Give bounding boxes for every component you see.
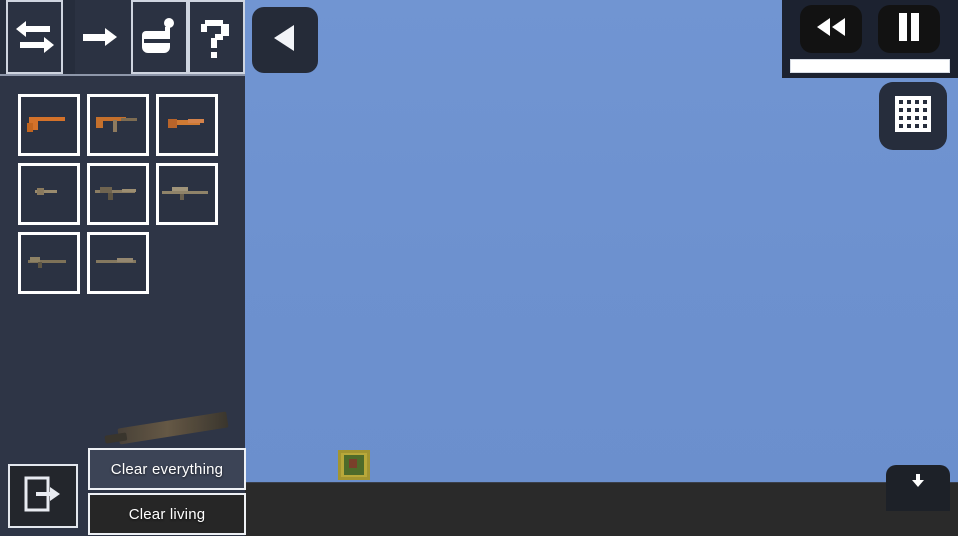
weapon-slot-sniper-rifle[interactable] (156, 163, 218, 225)
help-icon (199, 14, 233, 60)
clear-living-button[interactable]: Clear living (88, 493, 246, 535)
help-tool-button[interactable] (187, 0, 245, 74)
download-icon (910, 473, 926, 494)
sidebar-toolbar (0, 0, 245, 76)
media-button-row (800, 5, 940, 53)
swap-tool-button[interactable] (6, 0, 64, 74)
weapon-slot-shotgun[interactable] (18, 232, 80, 294)
grid-toggle-button[interactable] (879, 82, 947, 150)
media-controls-panel (782, 0, 958, 78)
sniper-rifle-icon (160, 181, 214, 208)
crate-detail (349, 459, 357, 468)
paint-icon (138, 15, 180, 59)
pause-icon (896, 12, 922, 47)
weapon-slot-smg[interactable] (87, 94, 149, 156)
sawed-off-icon (164, 111, 210, 140)
download-button[interactable] (886, 465, 950, 511)
spawn-tool-button[interactable] (75, 0, 131, 74)
timeline-slider[interactable] (790, 59, 950, 73)
clear-actions-group: Clear everything Clear living (88, 448, 246, 535)
triangle-left-icon (268, 21, 302, 60)
crate-object[interactable] (338, 450, 370, 480)
rewind-icon (814, 16, 848, 43)
revolver-icon (27, 182, 71, 207)
clear-everything-button[interactable]: Clear everything (88, 448, 246, 490)
weapon-slot-revolver[interactable] (18, 163, 80, 225)
weapon-slot-pistol[interactable] (18, 94, 80, 156)
pause-button[interactable] (878, 5, 940, 53)
spawn-icon (82, 25, 123, 49)
shotgun-icon (24, 251, 74, 276)
exit-icon (22, 474, 64, 519)
equipped-weapon-preview (117, 411, 229, 445)
paint-tool-button[interactable] (130, 0, 188, 74)
weapon-slot-assault-rifle[interactable] (87, 163, 149, 225)
exit-button[interactable] (8, 464, 78, 528)
weapon-slot-sawed-off[interactable] (156, 94, 218, 156)
grid-icon (892, 93, 934, 140)
left-sidebar: Clear everything Clear living (0, 0, 246, 536)
back-button[interactable] (252, 7, 318, 73)
assault-rifle-icon (92, 181, 144, 208)
weapon-grid (18, 94, 228, 301)
rewind-button[interactable] (800, 5, 862, 53)
pistol-icon (25, 110, 73, 141)
smg-icon (93, 109, 143, 142)
weapon-slot-rifle[interactable] (87, 232, 149, 294)
swap-icon (12, 17, 58, 57)
rifle-icon (93, 252, 143, 275)
